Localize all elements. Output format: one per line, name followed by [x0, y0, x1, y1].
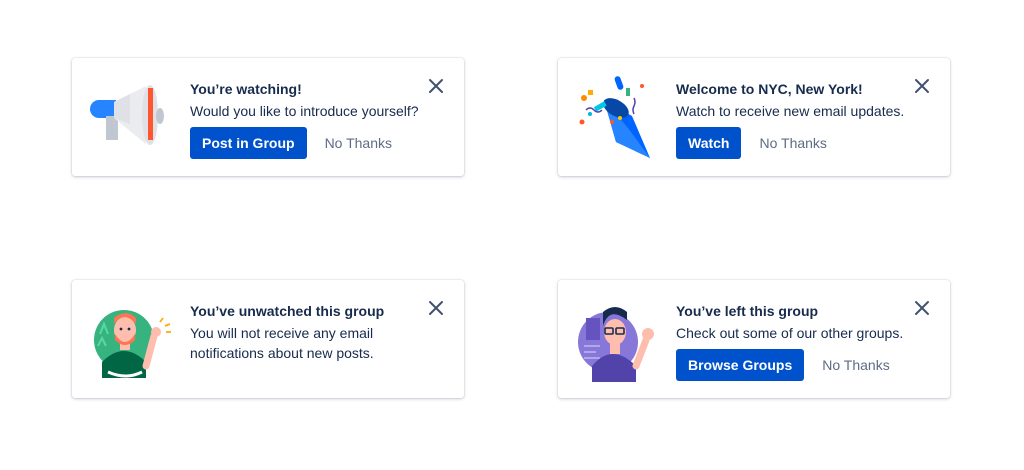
no-thanks-button[interactable]: No Thanks [753, 127, 832, 159]
flag-title: You’ve left this group [676, 303, 819, 319]
close-icon[interactable] [914, 78, 930, 94]
close-icon[interactable] [914, 300, 930, 316]
no-thanks-button[interactable]: No Thanks [816, 349, 895, 381]
megaphone-icon [86, 72, 178, 162]
flag-description: Would you like to introduce yourself? [190, 103, 419, 119]
flag-description: Watch to receive new email updates. [676, 103, 905, 119]
post-in-group-button[interactable]: Post in Group [190, 127, 307, 159]
flag-card-unwatched: You’ve unwatched this group You will not… [72, 280, 464, 398]
flag-title: Welcome to NYC, New York! [676, 81, 863, 97]
browse-groups-button[interactable]: Browse Groups [676, 349, 805, 381]
flag-description-line-2: notifications about new posts. [190, 345, 374, 361]
flag-card-left-group: You’ve left this group Check out some of… [558, 280, 950, 398]
party-popper-icon [572, 72, 664, 162]
watch-button[interactable]: Watch [676, 127, 742, 159]
flag-title: You’re watching! [190, 81, 302, 97]
flag-title: You’ve unwatched this group [190, 303, 385, 319]
flag-description: Check out some of our other groups. [676, 325, 904, 341]
flag-description-line-1: You will not receive any email [190, 325, 374, 341]
waving-person-glasses-icon [572, 294, 664, 384]
no-thanks-button[interactable]: No Thanks [319, 127, 398, 159]
close-icon[interactable] [428, 78, 444, 94]
close-icon[interactable] [428, 300, 444, 316]
flag-card-welcome: Welcome to NYC, New York! Watch to recei… [558, 58, 950, 176]
flag-description: You will not receive any email notificat… [190, 323, 424, 363]
waving-person-icon [86, 294, 178, 384]
flag-card-watching: You’re watching! Would you like to intro… [72, 58, 464, 176]
